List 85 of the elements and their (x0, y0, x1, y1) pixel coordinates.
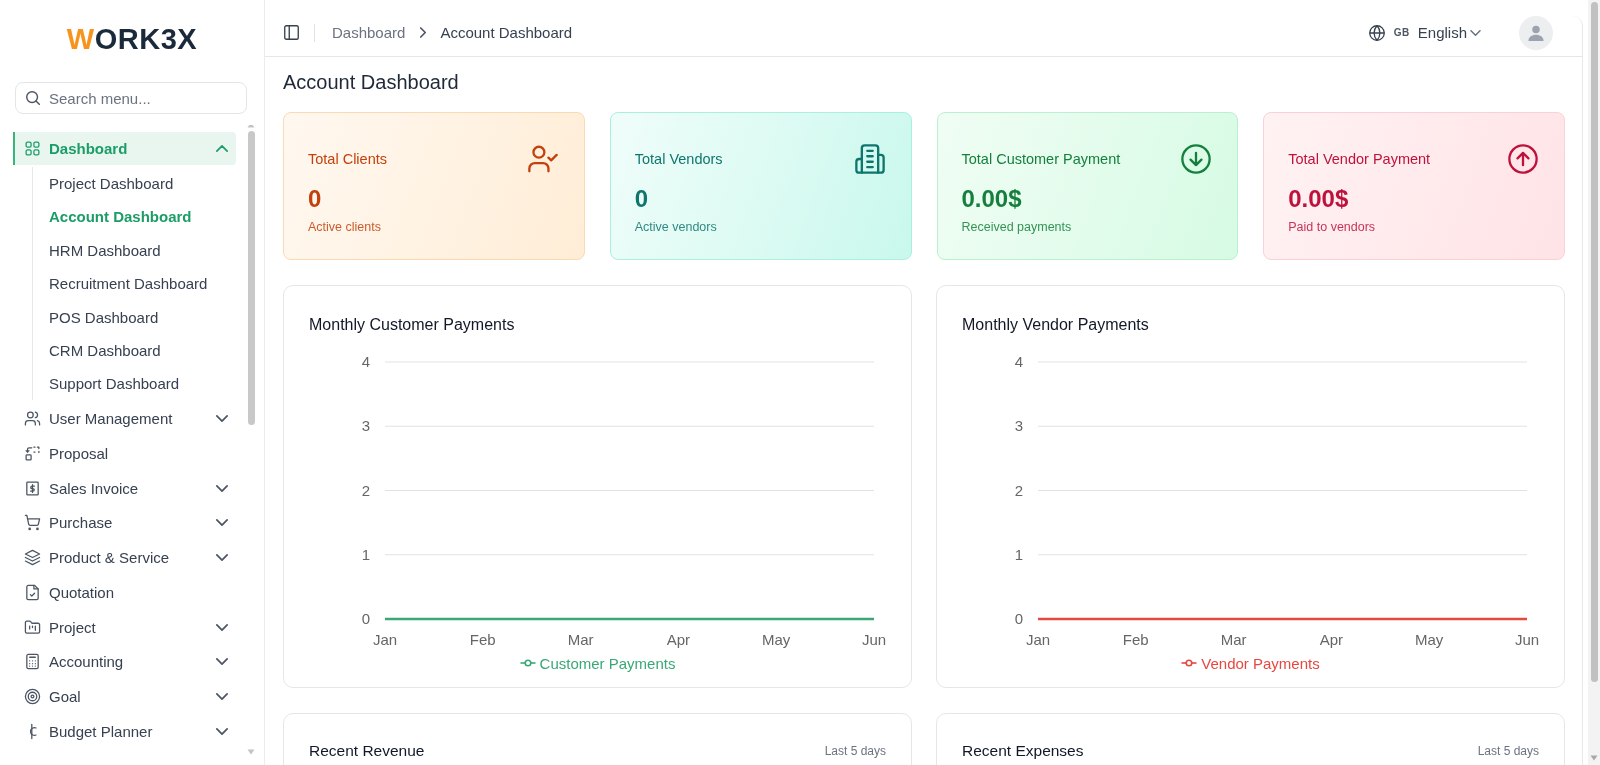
breadcrumb-current: Account Dashboard (440, 24, 573, 41)
folder-icon (24, 618, 41, 636)
x-axis-label: Feb (469, 631, 496, 648)
users-icon (24, 410, 41, 428)
y-axis-label: 0 (361, 610, 370, 627)
nav-item[interactable]: Accounting (13, 645, 236, 679)
x-axis-label: Jun (1514, 631, 1539, 648)
file-check-icon (24, 584, 41, 601)
x-axis-label: Mar (1220, 631, 1247, 648)
nav-item[interactable]: Proposal (13, 437, 236, 470)
target-icon (24, 688, 41, 706)
breadcrumb-link[interactable]: Dashboard (332, 24, 406, 41)
stat-value: 0 (634, 184, 650, 214)
stat-card-title: Total Vendors (634, 151, 723, 167)
squares-arrow-icon (24, 445, 41, 462)
y-axis-label: 1 (361, 545, 370, 563)
brand-logo[interactable]: WORK3X (66, 23, 198, 55)
chevron-down-icon (1470, 29, 1481, 36)
y-axis-label: 4 (1014, 353, 1023, 370)
search-field[interactable]: Search menu... (15, 82, 247, 114)
panel-icon (284, 25, 299, 40)
language-selector[interactable]: GB English (1368, 24, 1481, 41)
grid-icon (24, 140, 41, 157)
calculator-icon (24, 653, 41, 671)
stat-card-title: Total Vendor Payment (1288, 151, 1431, 167)
x-axis-label: Apr (666, 631, 691, 648)
stat-caption: Paid to vendors (1288, 219, 1377, 235)
avatar-button[interactable] (1519, 16, 1553, 50)
nav-item[interactable]: User Management (13, 402, 236, 436)
dollar-document-icon (24, 479, 41, 497)
x-axis-label: Apr (1319, 631, 1344, 648)
nav-item[interactable]: Goal (13, 680, 236, 714)
cart-icon (24, 514, 41, 532)
search-icon (26, 91, 40, 105)
nav-item[interactable]: Purchase (13, 506, 236, 540)
stat-value: 0 (308, 184, 323, 214)
sidebar-toggle-button[interactable] (284, 25, 299, 40)
y-axis-label: 0 (1014, 610, 1023, 627)
y-axis-label: 4 (361, 353, 370, 370)
stat-caption: Active clients (308, 219, 382, 235)
x-axis-label: Jan (372, 631, 398, 648)
x-axis-label: May (762, 631, 791, 648)
y-axis-label: 2 (361, 481, 370, 499)
globe-icon (1368, 24, 1385, 41)
nav-subitem[interactable]: Support Dashboard (33, 367, 236, 401)
x-axis-label: May (1415, 631, 1444, 648)
legend-label[interactable]: Vendor Payments (1201, 654, 1320, 672)
nav-item[interactable]: Sales Invoice (13, 471, 236, 505)
panel-title: Recent Revenue (309, 741, 425, 761)
layers-icon (24, 549, 41, 567)
scrollbar-thumb[interactable] (1590, 2, 1598, 682)
stat-caption: Active vendors (634, 219, 718, 235)
period-label: Last 5 days (824, 744, 886, 758)
y-axis-label: 3 (361, 417, 370, 435)
user-icon (1528, 24, 1544, 41)
scrollbar-thumb[interactable] (247, 131, 255, 425)
nav-subitem[interactable]: Project Dashboard (33, 166, 236, 201)
x-axis-label: Mar (567, 631, 594, 648)
nav-item[interactable]: Project (13, 610, 236, 644)
chart-title: Monthly Customer Payments (309, 315, 516, 335)
scroll-down-icon[interactable] (1590, 755, 1598, 761)
stat-card-title: Total Clients (308, 151, 387, 167)
period-label: Last 5 days (1477, 744, 1539, 758)
x-axis-label: Jun (861, 631, 886, 648)
stat-value: 0.00$ (1288, 184, 1350, 214)
nav-subitem[interactable]: Recruitment Dashboard (33, 266, 236, 301)
x-axis-label: Jan (1025, 631, 1051, 648)
panel-title: Recent Expenses (962, 741, 1084, 761)
chevron-right-icon (420, 27, 427, 38)
x-axis-label: Feb (1122, 631, 1149, 648)
nav-subitem[interactable]: CRM Dashboard (33, 333, 236, 368)
nav-item[interactable]: Budget Planner (13, 715, 236, 748)
y-axis-label: 2 (1014, 481, 1023, 499)
stat-caption: Received payments (961, 219, 1073, 235)
nav-item[interactable]: Product & Service (13, 541, 236, 575)
y-axis-label: 1 (1014, 545, 1023, 563)
scroll-down-icon[interactable] (247, 749, 255, 755)
nav-subitem[interactable]: HRM Dashboard (33, 233, 236, 267)
page-title: Account Dashboard (283, 70, 460, 94)
nav-subitem[interactable]: POS Dashboard (33, 300, 236, 334)
nav-item[interactable]: Quotation (13, 576, 236, 609)
stat-card-title: Total Customer Payment (961, 151, 1121, 167)
stat-value: 0.00$ (961, 184, 1023, 214)
y-axis-label: 3 (1014, 417, 1023, 435)
chart-title: Monthly Vendor Payments (962, 315, 1150, 335)
